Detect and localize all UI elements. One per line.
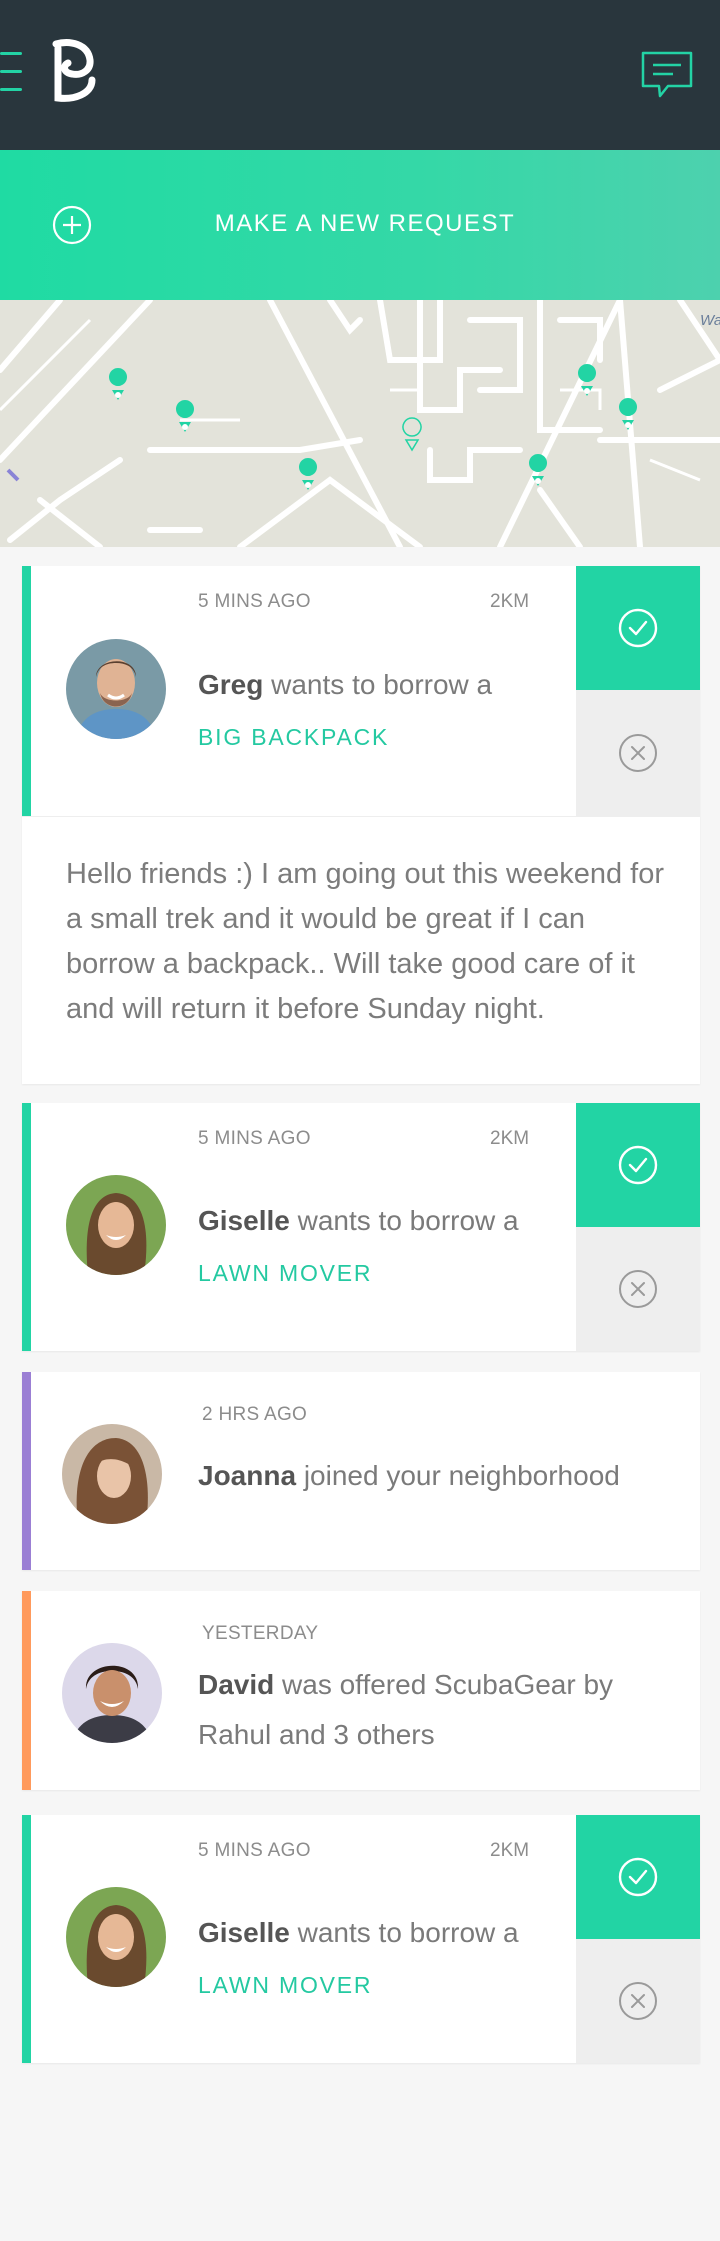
card-stripe xyxy=(22,1815,31,2063)
card-stripe xyxy=(22,1372,31,1570)
user-name[interactable]: Giselle xyxy=(198,1917,290,1948)
decline-button[interactable] xyxy=(576,690,700,816)
item-name[interactable]: LAWN MOVER xyxy=(198,1972,372,1999)
check-circle-icon xyxy=(618,608,658,648)
close-circle-icon xyxy=(619,1982,657,2020)
close-circle-icon xyxy=(619,734,657,772)
user-name[interactable]: Greg xyxy=(198,669,263,700)
card-stripe xyxy=(22,1103,31,1351)
new-request-bar[interactable]: MAKE A NEW REQUEST xyxy=(0,150,720,300)
activity-text: Joanna joined your neighborhood xyxy=(198,1460,620,1492)
request-card[interactable]: 5 MINS AGO 2KM Greg wants to borrow a BI… xyxy=(22,566,700,1084)
distance: 2KM xyxy=(490,591,530,612)
accept-button[interactable] xyxy=(576,566,700,690)
avatar[interactable] xyxy=(66,1887,166,1987)
request-card[interactable]: 5 MINS AGO 2KM Giselle wants to borrow a… xyxy=(22,1103,700,1351)
request-message: Hello friends :) I am going out this wee… xyxy=(66,852,666,1032)
decline-button[interactable] xyxy=(576,1227,700,1351)
close-circle-icon xyxy=(619,1270,657,1308)
activity-card[interactable]: 2 HRS AGO Joanna joined your neighborhoo… xyxy=(22,1372,700,1570)
accept-button[interactable] xyxy=(576,1103,700,1227)
timestamp: 5 MINS AGO xyxy=(198,1840,311,1861)
card-stripe xyxy=(22,1591,31,1790)
request-text: Greg wants to borrow a xyxy=(198,669,492,701)
timestamp: YESTERDAY xyxy=(202,1623,319,1644)
item-name[interactable]: BIG BACKPACK xyxy=(198,724,389,751)
action-text: was offered ScubaGear by xyxy=(282,1669,614,1700)
action-text: joined your neighborhood xyxy=(303,1460,620,1491)
activity-text: David was offered ScubaGear by xyxy=(198,1669,613,1701)
timestamp: 5 MINS AGO xyxy=(198,1128,311,1149)
menu-icon[interactable] xyxy=(0,52,22,96)
chat-icon[interactable] xyxy=(640,50,696,102)
request-card[interactable]: 5 MINS AGO 2KM Giselle wants to borrow a… xyxy=(22,1815,700,2063)
message-line: and will return it before Sunday night. xyxy=(66,993,545,1025)
plus-circle-icon[interactable] xyxy=(52,205,92,245)
distance: 2KM xyxy=(490,1840,530,1861)
timestamp: 2 HRS AGO xyxy=(202,1404,308,1425)
action-text: wants to borrow a xyxy=(271,669,493,700)
avatar[interactable] xyxy=(66,639,166,739)
message-line: a small trek and it would be great if I … xyxy=(66,903,586,935)
action-text-continued: Rahul and 3 others xyxy=(198,1719,435,1750)
item-name[interactable]: LAWN MOVER xyxy=(198,1260,372,1287)
timestamp: 5 MINS AGO xyxy=(198,591,311,612)
accept-button[interactable] xyxy=(576,1815,700,1939)
distance: 2KM xyxy=(490,1128,530,1149)
neighborhood-map[interactable]: Wa xyxy=(0,300,720,547)
request-text: Giselle wants to borrow a xyxy=(198,1205,519,1237)
action-text: wants to borrow a xyxy=(297,1917,519,1948)
check-circle-icon xyxy=(618,1145,658,1185)
logo-icon[interactable] xyxy=(48,38,98,104)
card-stripe xyxy=(22,566,31,816)
message-line: borrow a backpack.. Will take good care … xyxy=(66,948,635,980)
map-label: Wa xyxy=(700,312,720,329)
activity-card[interactable]: YESTERDAY David was offered ScubaGear by… xyxy=(22,1591,700,1790)
app-header xyxy=(0,0,720,150)
avatar[interactable] xyxy=(62,1643,162,1743)
user-name[interactable]: Joanna xyxy=(198,1460,296,1491)
check-circle-icon xyxy=(618,1857,658,1897)
avatar[interactable] xyxy=(66,1175,166,1275)
message-line: Hello friends :) I am going out this wee… xyxy=(66,858,665,890)
user-name[interactable]: David xyxy=(198,1669,274,1700)
new-request-label[interactable]: MAKE A NEW REQUEST xyxy=(160,210,570,238)
user-name[interactable]: Giselle xyxy=(198,1205,290,1236)
divider xyxy=(22,816,700,817)
decline-button[interactable] xyxy=(576,1939,700,2063)
action-text: wants to borrow a xyxy=(297,1205,519,1236)
request-text: Giselle wants to borrow a xyxy=(198,1917,519,1949)
avatar[interactable] xyxy=(62,1424,162,1524)
